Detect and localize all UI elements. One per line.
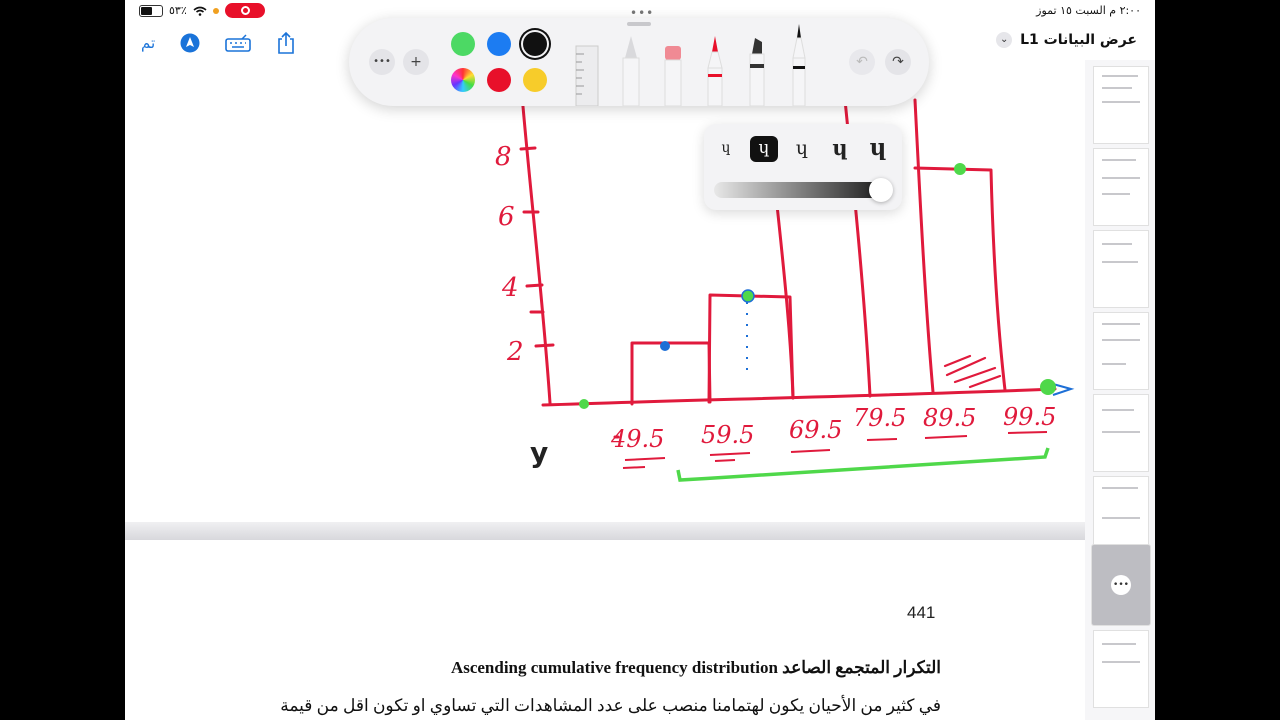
color-wheel-icon[interactable] — [451, 68, 475, 92]
page-thumbnail[interactable] — [1093, 66, 1149, 144]
y-axis — [520, 93, 552, 405]
color-blue[interactable] — [487, 32, 511, 56]
x-label-59-5: 59.5 — [701, 421, 754, 449]
eraser-icon[interactable] — [661, 32, 685, 106]
x-label-99-5: 99.5 — [1003, 403, 1056, 431]
more-button[interactable]: ••• — [369, 49, 395, 75]
pencil-icon[interactable] — [619, 32, 643, 106]
stroke-width-5[interactable]: ɥ — [864, 136, 892, 162]
y-tick-8 — [519, 146, 537, 151]
hatch — [943, 354, 1002, 389]
y-tick-4 — [525, 283, 544, 288]
page-thumbnail-selected[interactable]: ••• — [1091, 544, 1151, 626]
ruler-icon[interactable] — [574, 32, 600, 106]
thumbnail-more-icon[interactable]: ••• — [1111, 575, 1131, 595]
paragraph-text: في كثير من الأحيان يكون لهتمامنا منصب عل… — [280, 696, 941, 715]
color-black-selected[interactable] — [523, 32, 547, 56]
bar-5-left — [913, 98, 935, 394]
y-label-8: 8 — [495, 142, 512, 172]
pen-icon-selected[interactable] — [787, 24, 811, 106]
opacity-slider-handle[interactable] — [869, 178, 893, 202]
stroke-width-4[interactable]: ɥ — [826, 136, 854, 162]
green-bracket — [676, 447, 1050, 482]
color-green[interactable] — [451, 32, 475, 56]
section-heading: التكرار المتجمع الصاعد Ascending cumulat… — [450, 658, 941, 677]
y-tick-2 — [534, 343, 555, 348]
point-d — [954, 163, 966, 175]
color-red[interactable] — [487, 68, 511, 92]
bar-2 — [707, 293, 795, 404]
palette-grabber[interactable] — [627, 22, 651, 26]
stroke-style-popover[interactable]: ɥ ɥ ɥ ɥ ɥ — [704, 124, 902, 210]
x-axis — [541, 387, 1057, 407]
point-b — [741, 289, 755, 303]
x-label-89-5: 89.5 — [923, 404, 976, 432]
x-label-79-5: 79.5 — [853, 404, 906, 432]
page-thumbnail[interactable] — [1093, 312, 1149, 390]
y-label-2: 2 — [506, 337, 524, 367]
marker-icon[interactable] — [703, 32, 727, 106]
markup-palette[interactable]: ••• + ↶ ↷ — [349, 18, 929, 106]
redo-icon[interactable]: ↷ — [885, 49, 911, 75]
highlighter-icon[interactable] — [745, 32, 769, 106]
page-thumbnails-sidebar[interactable]: ••• — [1085, 60, 1155, 720]
page-thumbnail[interactable] — [1093, 630, 1149, 708]
y-axis-letter: y — [530, 436, 548, 469]
add-button[interactable]: + — [403, 49, 429, 75]
point-c — [579, 399, 589, 409]
page-thumbnail[interactable] — [1093, 476, 1149, 554]
x-label-69-5: 69.5 — [789, 416, 842, 444]
y-label-6: 6 — [498, 202, 515, 232]
page-thumbnail[interactable] — [1093, 230, 1149, 308]
ipad-screen: ٥٣٪ ••• ٢:٠٠ م السبت ١٥ تموز تم عرض البي… — [125, 0, 1155, 720]
page-number: 441 — [907, 603, 936, 622]
page-thumbnail[interactable] — [1093, 148, 1149, 226]
undo-icon[interactable]: ↶ — [849, 49, 875, 75]
stroke-width-1[interactable]: ɥ — [712, 136, 740, 162]
x-label-49-5: 49.5 — [610, 425, 664, 453]
page-divider — [125, 522, 1085, 540]
page-thumbnail[interactable] — [1093, 394, 1149, 472]
stroke-width-2-selected[interactable]: ɥ — [750, 136, 778, 162]
point-e — [1040, 379, 1056, 395]
opacity-slider[interactable] — [714, 182, 892, 198]
bar-5 — [913, 166, 1007, 392]
bar-1 — [630, 341, 712, 406]
stroke-width-3[interactable]: ɥ — [788, 136, 816, 162]
point-a — [660, 341, 670, 351]
y-label-4: 4 — [501, 273, 519, 303]
color-yellow[interactable] — [523, 68, 547, 92]
